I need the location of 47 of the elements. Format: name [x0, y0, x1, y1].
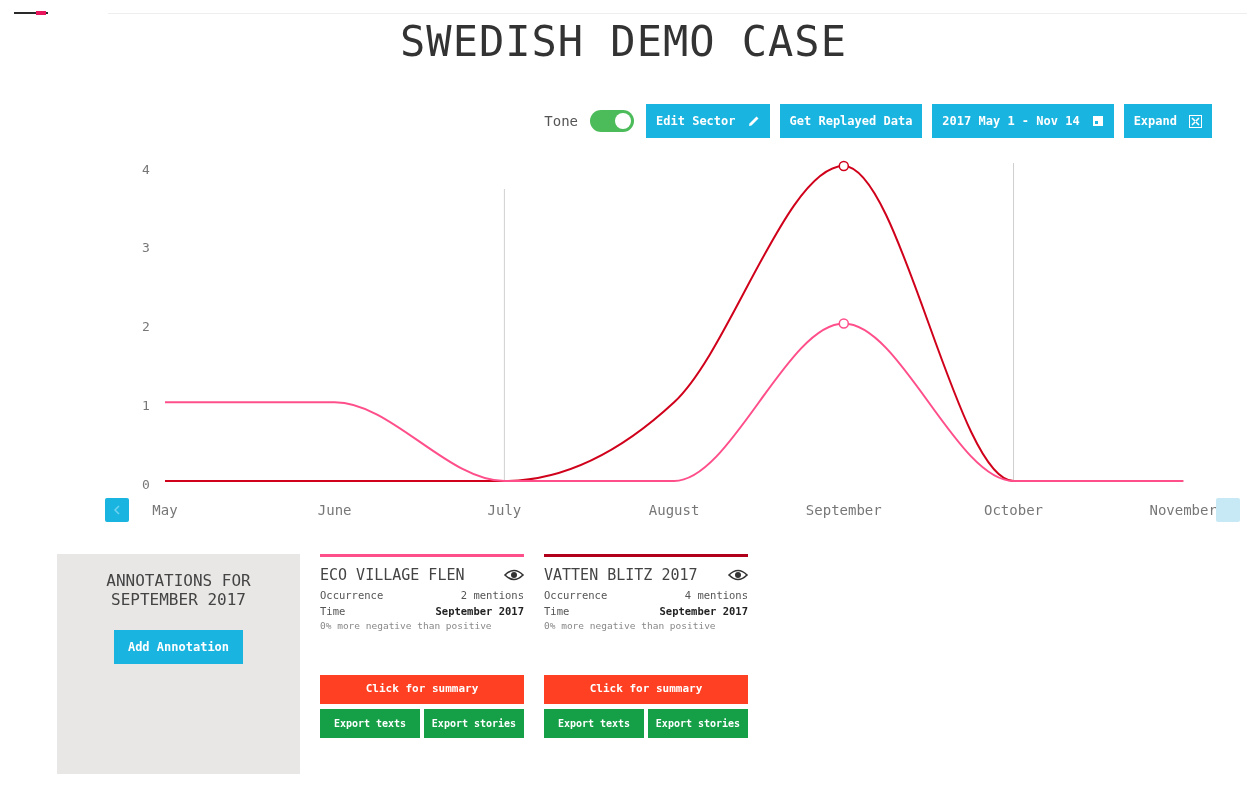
- toggle-label: Tone: [544, 111, 579, 131]
- toolbar-button[interactable]: Get Replayed Data: [779, 104, 923, 138]
- row-value: 2 mentions: [460, 587, 524, 603]
- y-tick-label: 2: [142, 319, 150, 334]
- card-title: ECO VILLAGE FLEN: [320, 565, 465, 586]
- x-tick-label: September: [805, 502, 882, 518]
- eye-icon[interactable]: [504, 569, 524, 582]
- export-button[interactable]: Export texts: [320, 708, 420, 738]
- y-tick-label: 0: [142, 476, 150, 492]
- annotations-heading: ANNOTATIONS FOR SEPTEMBER 2017: [105, 571, 252, 609]
- add-annotation-button[interactable]: Add Annotation: [113, 630, 244, 664]
- pencil-icon: [747, 115, 760, 127]
- export-button[interactable]: Export stories: [424, 708, 524, 738]
- peak-marker[interactable]: [838, 160, 850, 172]
- summary-button[interactable]: Click for summary: [320, 674, 524, 704]
- toolbar-button[interactable]: Expand: [1123, 104, 1212, 138]
- toolbar-button[interactable]: Edit Sector: [646, 104, 770, 138]
- row-value: September 2017: [659, 603, 748, 619]
- sentiment-note: 0% more negative than positive: [544, 618, 717, 633]
- export-button[interactable]: Export stories: [648, 708, 748, 738]
- x-tick-label: October: [984, 502, 1043, 518]
- x-tick-label: June: [317, 502, 352, 518]
- x-tick-label: July: [487, 502, 522, 518]
- y-tick-label: 1: [142, 397, 150, 413]
- eye-icon[interactable]: [728, 569, 748, 582]
- y-tick-label: 3: [142, 240, 150, 256]
- row-label: Time: [544, 603, 570, 619]
- export-button[interactable]: Export texts: [544, 708, 644, 738]
- row-value: September 2017: [435, 603, 524, 619]
- page-title: SWEDISH DEMO CASE: [399, 22, 848, 62]
- sentiment-note: 0% more negative than positive: [320, 618, 493, 633]
- y-tick-label: 4: [142, 161, 150, 177]
- toolbar-button[interactable]: 2017 May 1 - Nov 14: [932, 104, 1114, 138]
- card-title: VATTEN BLITZ 2017: [544, 565, 698, 586]
- expand-icon: [1189, 114, 1202, 128]
- calendar-icon: [1091, 115, 1104, 127]
- row-label: Occurrence: [320, 587, 384, 603]
- x-tick-label: August: [648, 502, 700, 518]
- x-tick-label: May: [152, 502, 178, 518]
- row-value: 4 mentions: [684, 587, 748, 603]
- logo-icon[interactable]: [14, 11, 48, 15]
- summary-button[interactable]: Click for summary: [544, 674, 748, 704]
- row-label: Time: [320, 603, 346, 619]
- x-tick-label: November: [1149, 502, 1217, 518]
- row-label: Occurrence: [544, 587, 608, 603]
- tone-toggle[interactable]: [590, 110, 635, 132]
- peak-marker[interactable]: [838, 318, 850, 329]
